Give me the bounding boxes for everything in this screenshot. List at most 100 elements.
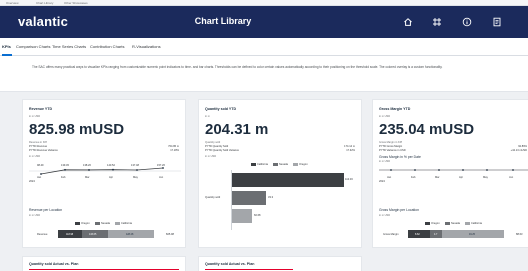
- logo[interactable]: valantic: [18, 14, 68, 29]
- year-label: 2024: [29, 180, 35, 183]
- card-title: Gross Margin YTD: [379, 107, 411, 111]
- trend-value: 138.20: [83, 164, 91, 167]
- month-label: Jan: [387, 176, 392, 179]
- row-value: 17.32%: [346, 149, 355, 152]
- row-label: PYTD Quantity Sold Variance: [205, 149, 239, 152]
- segment-value: 118.98: [66, 233, 74, 236]
- trend-point: [390, 169, 392, 171]
- location-unit: in m USD: [29, 214, 41, 217]
- row-value: 92.89%: [518, 145, 527, 148]
- chart-unit: in m USD: [205, 155, 217, 158]
- home-icon[interactable]: [403, 17, 413, 27]
- kpi-value: 825.98 mUSD: [29, 121, 125, 138]
- quantity-actual-plan-card-2: Quantity sold Actual vs. Plan: [198, 256, 362, 271]
- row-label: PYTD Gross Margin: [379, 145, 403, 148]
- month-label: Jun: [509, 176, 514, 179]
- month-label: Mar: [435, 176, 440, 179]
- trend-point: [64, 168, 66, 171]
- month-label: May: [133, 176, 138, 179]
- trend-value: 157.26: [157, 164, 165, 167]
- card-unit: in m USD: [379, 115, 391, 118]
- card-title: Quantity sold Actual vs. Plan: [205, 262, 255, 266]
- bar-nevada: [232, 191, 266, 205]
- card-unit: in m USD: [29, 115, 41, 118]
- info-icon[interactable]: [462, 17, 472, 27]
- legend-nevada: Nevada: [445, 222, 460, 225]
- card-title: Quantity sold Actual vs. Plan: [29, 262, 79, 266]
- bar-value: 60.68: [254, 214, 261, 217]
- tab-time-series-charts[interactable]: Time Series Charts: [52, 44, 86, 49]
- kpi-value: 235.04 mUSD: [379, 121, 475, 138]
- quantity-card: Quantity sold YTD in m 204.31 m Quantity…: [198, 99, 362, 248]
- segment-value: 49.25: [469, 233, 475, 236]
- tab-contribution-charts[interactable]: Contribution Charts: [90, 44, 124, 49]
- legend-oregon: Oregon: [293, 163, 308, 166]
- trend-point: [162, 167, 164, 169]
- tab-kpis[interactable]: KPIs: [2, 44, 11, 49]
- bar-label: Quantity sold: [205, 196, 221, 199]
- kpi-caption: Gross Margin in KPI: [379, 141, 403, 144]
- tab-r-visualizations[interactable]: R-Visualizations: [132, 44, 161, 49]
- trend-point: [414, 169, 416, 171]
- shell-bar: valantic Chart Library: [0, 6, 528, 38]
- grid-icon[interactable]: [432, 17, 442, 27]
- threshold-line: [29, 269, 179, 270]
- trend-value: 98.49: [37, 164, 44, 167]
- intro-panel: The SAC offers many practical ways to vi…: [0, 56, 528, 92]
- month-label: Feb: [61, 176, 66, 179]
- row-value: 704.86 m: [168, 145, 179, 148]
- segment-value: 428.28: [126, 233, 134, 236]
- card-title: Quantity sold YTD: [205, 107, 237, 111]
- year-label: 2024: [379, 180, 385, 183]
- trend-point: [438, 169, 440, 171]
- row-label: PYTD Variance in USD: [379, 149, 406, 152]
- document-icon[interactable]: [492, 17, 502, 27]
- bar-total: 825.98: [166, 233, 174, 236]
- segment-value: 8.82: [415, 233, 420, 236]
- legend-california: California: [115, 222, 132, 225]
- month-label: Jan: [37, 176, 42, 179]
- trend-value: 140.52: [107, 164, 115, 167]
- bar-value: 110.33: [345, 178, 353, 181]
- row-label: PYTD Revenue: [29, 145, 48, 148]
- card-title: Revenue YTD: [29, 107, 53, 111]
- trend-point: [486, 169, 488, 171]
- legend-oregon: Oregon: [75, 222, 90, 225]
- revenue-card: Revenue YTD in m USD 825.98 mUSD Revenue…: [22, 99, 186, 248]
- month-label: Apr: [459, 176, 464, 179]
- segment-value: 133.65: [89, 233, 97, 236]
- trend-unit: in m USD: [29, 155, 41, 158]
- bar-california: [232, 173, 344, 187]
- trend-point: [40, 173, 42, 175]
- segment-value: 4.7: [434, 233, 438, 236]
- tab-comparison-charts[interactable]: Comparison Charts: [16, 44, 50, 49]
- margin-card: Gross Margin YTD in m USD 235.04 mUSD Gr…: [372, 99, 528, 248]
- threshold-line: [205, 269, 293, 270]
- location-title: Revenue per Location: [29, 208, 63, 212]
- row-value: 174.14 m: [344, 145, 355, 148]
- legend-california: California: [465, 222, 482, 225]
- trend-point: [462, 169, 464, 171]
- month-label: Mar: [85, 176, 90, 179]
- trend-point: [512, 169, 514, 171]
- month-label: Jun: [159, 176, 164, 179]
- location-unit: in m USD: [379, 214, 391, 217]
- month-label: Feb: [411, 176, 416, 179]
- trend-value: 137.48: [131, 164, 139, 167]
- card-unit: in m: [205, 115, 210, 118]
- row-value: 17.18%: [170, 149, 179, 152]
- margin-trend-chart: [379, 169, 528, 171]
- trend-point: [88, 169, 90, 171]
- kpi-caption: Quantity sold: [205, 141, 221, 144]
- location-title: Gross Margin per Location: [379, 208, 419, 212]
- row-value: +42.13 mUSD: [510, 149, 527, 152]
- month-label: May: [483, 176, 488, 179]
- bar-label: Revenue: [37, 233, 48, 236]
- trend-point: [112, 168, 114, 171]
- legend-california: California: [251, 163, 268, 166]
- legend-nevada: Nevada: [273, 163, 288, 166]
- trend-value: 139.45: [61, 164, 69, 167]
- row-label: PYTD Revenue Variance: [29, 149, 58, 152]
- row-label: PYTD Quantity Sold: [205, 145, 229, 148]
- legend-nevada: Nevada: [95, 222, 110, 225]
